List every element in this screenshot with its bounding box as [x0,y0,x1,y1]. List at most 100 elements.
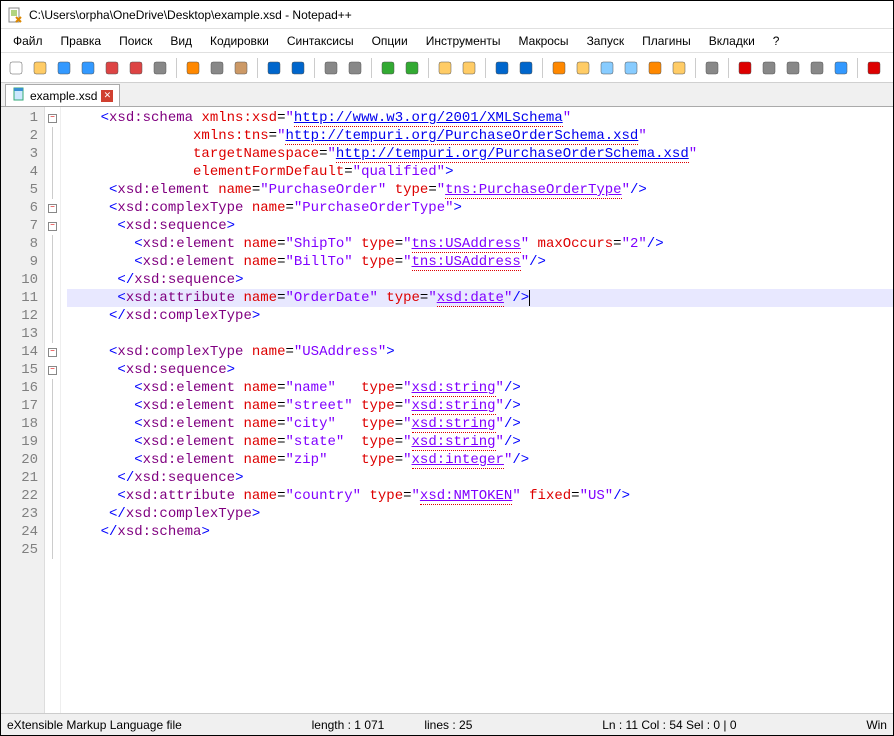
code-line[interactable]: <xsd:schema xmlns:xsd="http://www.w3.org… [67,109,893,127]
menu-макросы[interactable]: Макросы [511,32,577,50]
fold-toggle-icon[interactable]: − [48,348,57,357]
wordwrap-icon[interactable] [491,57,513,79]
toolbar-separator [485,58,486,78]
copy-icon[interactable] [206,57,228,79]
menu-опции[interactable]: Опции [364,32,416,50]
cut-icon[interactable] [182,57,204,79]
sync-h-icon[interactable] [458,57,480,79]
new-file-icon[interactable] [5,57,27,79]
title-bar[interactable]: C:\Users\orpha\OneDrive\Desktop\example.… [1,1,893,29]
code-line[interactable]: <xsd:complexType name="PurchaseOrderType… [67,199,893,217]
line-number: 24 [1,523,44,541]
fold-toggle-icon[interactable]: − [48,114,57,123]
code-line[interactable]: <xsd:element name="PurchaseOrder" type="… [67,181,893,199]
doc-list-icon[interactable] [620,57,642,79]
record-icon[interactable] [734,57,756,79]
fold-toggle-icon[interactable]: − [48,204,57,213]
code-line[interactable]: xmlns:tns="http://tempuri.org/PurchaseOr… [67,127,893,145]
line-number: 19 [1,433,44,451]
code-line[interactable]: <xsd:complexType name="USAddress"> [67,343,893,361]
indent-guide-icon[interactable] [548,57,570,79]
fold-toggle-icon[interactable]: − [48,222,57,231]
fold-toggle-icon[interactable]: − [48,366,57,375]
menu-плагины[interactable]: Плагины [634,32,699,50]
code-line[interactable]: <xsd:sequence> [67,361,893,379]
folder-icon[interactable] [668,57,690,79]
status-bar: eXtensible Markup Language file length :… [1,713,893,735]
close-icon[interactable] [101,57,123,79]
line-number: 15 [1,361,44,379]
code-line[interactable]: </xsd:complexType> [67,307,893,325]
func-list-icon[interactable] [644,57,666,79]
code-line[interactable] [67,541,893,559]
toolbar [1,53,893,83]
menu-кодировки[interactable]: Кодировки [202,32,277,50]
code-line[interactable]: <xsd:element name="city" type="xsd:strin… [67,415,893,433]
code-line[interactable]: elementFormDefault="qualified"> [67,163,893,181]
code-line[interactable] [67,325,893,343]
code-line[interactable]: <xsd:element name="name" type="xsd:strin… [67,379,893,397]
find-icon[interactable] [320,57,342,79]
zoom-out-icon[interactable] [401,57,423,79]
toolbar-separator [728,58,729,78]
save-icon[interactable] [53,57,75,79]
show-all-icon[interactable] [515,57,537,79]
line-number: 4 [1,163,44,181]
paste-icon[interactable] [230,57,252,79]
play-icon[interactable] [782,57,804,79]
code-line[interactable]: <xsd:sequence> [67,217,893,235]
replace-icon[interactable] [344,57,366,79]
code-line[interactable]: <xsd:element name="street" type="xsd:str… [67,397,893,415]
code-editor[interactable]: 1234567891011121314151617181920212223242… [1,107,893,713]
menu-?[interactable]: ? [765,32,788,50]
save-all-icon[interactable] [77,57,99,79]
code-line[interactable]: <xsd:attribute name="OrderDate" type="xs… [67,289,893,307]
print-icon[interactable] [149,57,171,79]
sync-v-icon[interactable] [434,57,456,79]
line-number: 8 [1,235,44,253]
code-area[interactable]: <xsd:schema xmlns:xsd="http://www.w3.org… [61,107,893,713]
menu-вид[interactable]: Вид [162,32,200,50]
menu-bar: ФайлПравкаПоискВидКодировкиСинтаксисыОпц… [1,29,893,53]
code-line[interactable]: <xsd:element name="state" type="xsd:stri… [67,433,893,451]
line-number: 20 [1,451,44,469]
code-line[interactable]: </xsd:sequence> [67,271,893,289]
menu-синтаксисы[interactable]: Синтаксисы [279,32,362,50]
save-macro-icon[interactable] [830,57,852,79]
status-language: eXtensible Markup Language file [7,718,182,732]
close-tab-icon[interactable]: ✕ [101,90,113,102]
menu-файл[interactable]: Файл [5,32,51,50]
lang-icon[interactable] [572,57,594,79]
code-line[interactable]: <xsd:element name="BillTo" type="tns:USA… [67,253,893,271]
monitor-icon[interactable] [701,57,723,79]
spellcheck-icon[interactable] [863,57,885,79]
code-line[interactable]: <xsd:element name="ShipTo" type="tns:USA… [67,235,893,253]
menu-поиск[interactable]: Поиск [111,32,160,50]
status-length: length : 1 071 [312,718,385,732]
open-file-icon[interactable] [29,57,51,79]
code-line[interactable]: <xsd:attribute name="country" type="xsd:… [67,487,893,505]
line-number: 17 [1,397,44,415]
undo-icon[interactable] [263,57,285,79]
app-icon [7,7,23,23]
toolbar-separator [314,58,315,78]
play-multi-icon[interactable] [806,57,828,79]
code-line[interactable]: </xsd:schema> [67,523,893,541]
code-line[interactable]: targetNamespace="http://tempuri.org/Purc… [67,145,893,163]
tab-example-xsd[interactable]: example.xsd ✕ [5,84,120,106]
zoom-in-icon[interactable] [377,57,399,79]
tab-bar: example.xsd ✕ [1,83,893,107]
stop-icon[interactable] [758,57,780,79]
menu-вкладки[interactable]: Вкладки [701,32,763,50]
line-number: 5 [1,181,44,199]
doc-map-icon[interactable] [596,57,618,79]
menu-правка[interactable]: Правка [53,32,110,50]
code-line[interactable]: </xsd:complexType> [67,505,893,523]
menu-инструменты[interactable]: Инструменты [418,32,509,50]
app-window: C:\Users\orpha\OneDrive\Desktop\example.… [0,0,894,736]
close-all-icon[interactable] [125,57,147,79]
menu-запуск[interactable]: Запуск [579,32,633,50]
code-line[interactable]: <xsd:element name="zip" type="xsd:intege… [67,451,893,469]
redo-icon[interactable] [287,57,309,79]
code-line[interactable]: </xsd:sequence> [67,469,893,487]
